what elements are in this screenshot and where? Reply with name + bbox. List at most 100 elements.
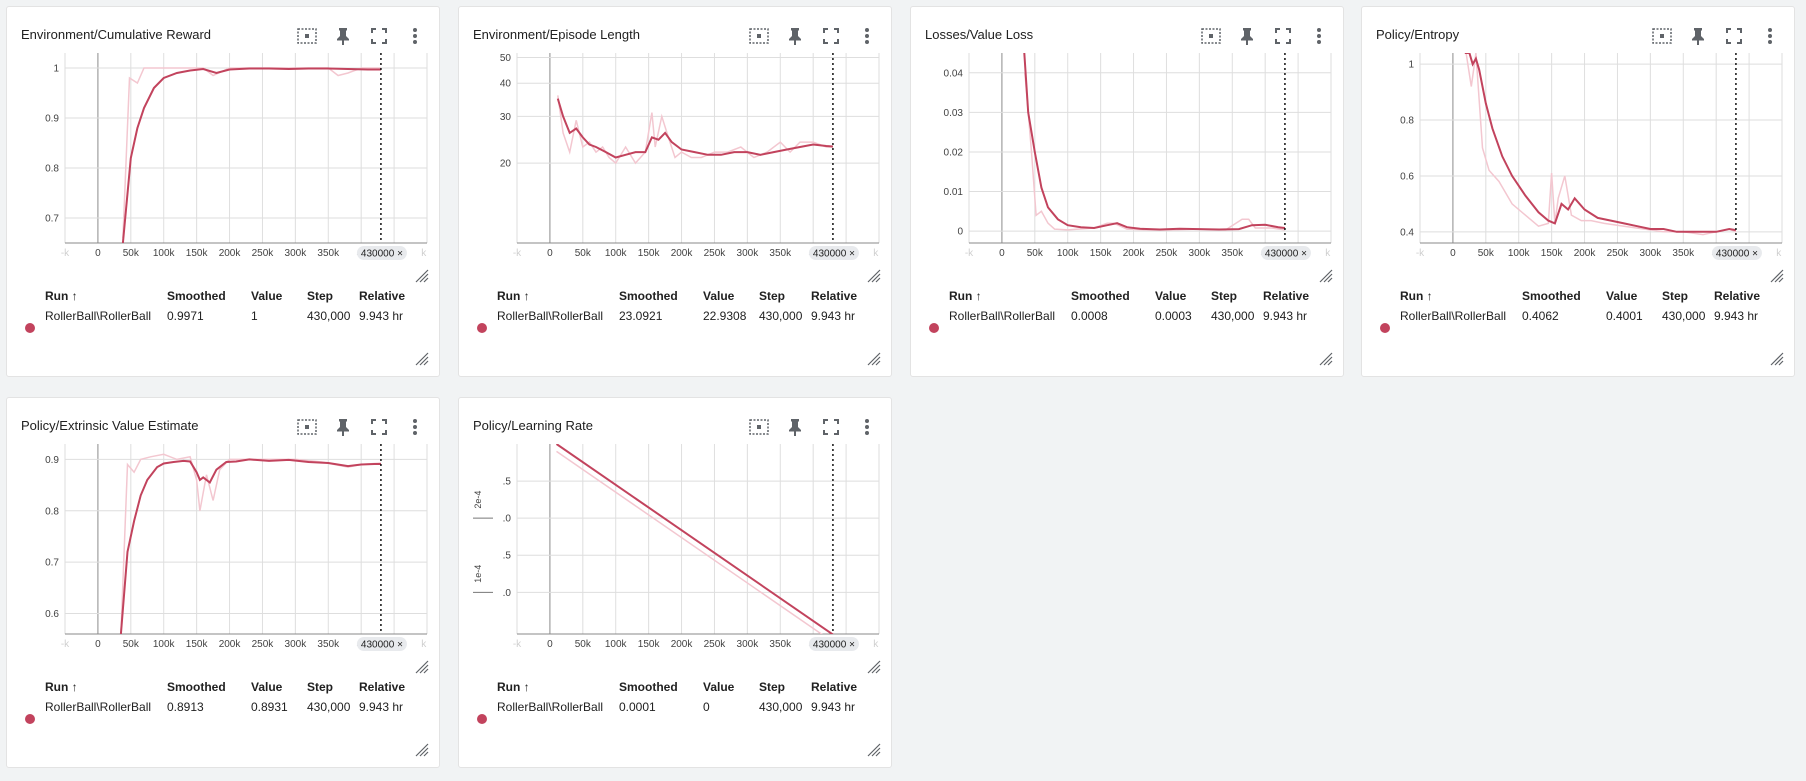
cell-relative: 9.943 hr [1263, 309, 1308, 323]
chart-title: Policy/Entropy [1376, 27, 1460, 42]
fit-domain-icon[interactable] [741, 25, 777, 47]
resize-icon[interactable] [415, 269, 429, 283]
y-tick-label: 30 [500, 112, 512, 123]
x-tick-label: 100k [605, 248, 628, 259]
pin-icon[interactable] [325, 25, 361, 47]
cell-relative: 9.943 hr [359, 309, 404, 323]
cell-value: 0.4001 [1606, 309, 1643, 323]
resize-icon[interactable] [867, 660, 881, 674]
x-tick-label: 0 [547, 639, 553, 650]
pin-icon[interactable] [1229, 25, 1265, 47]
resize-icon[interactable] [867, 269, 881, 283]
chart-title: Losses/Value Loss [925, 27, 1034, 42]
fit-domain-icon[interactable] [741, 416, 777, 438]
step-cursor-chip[interactable]: 430000 × [808, 246, 859, 260]
smoothed-series-line [121, 67, 381, 243]
chart-toolbar [741, 416, 885, 438]
resize-icon[interactable] [415, 352, 429, 366]
plot-area[interactable]: 10.90.80.7050k100k150k200k250k300k350k4(… [7, 51, 441, 283]
resize-icon[interactable] [1319, 269, 1333, 283]
step-cursor-chip[interactable]: 430000 × [1711, 246, 1762, 260]
y-tick-label: .5 [503, 551, 512, 562]
step-cursor-chip[interactable]: 430000 × [1260, 246, 1311, 260]
x-tick-label: 300k [285, 639, 308, 650]
y-tick-label: 0.04 [944, 68, 964, 79]
pin-icon[interactable] [1680, 25, 1716, 47]
fullscreen-icon[interactable] [813, 25, 849, 47]
x-tick-label: 350k [317, 639, 340, 650]
resize-icon[interactable] [1770, 269, 1784, 283]
y-tick-label: 0.9 [45, 114, 59, 125]
run-color-dot [929, 323, 939, 333]
more-vert-icon[interactable] [1752, 25, 1788, 47]
y-tick-label: .5 [503, 477, 512, 488]
table-row: RollerBall\RollerBall 23.0921 22.9308 43… [459, 285, 893, 323]
raw-series-line [556, 450, 823, 634]
plot-area[interactable]: .5 .0 .5 .0 2e-4 1e-4 0 50k 100k 150k 200k 250k 300k… [459, 442, 893, 674]
x-tick-label: 350k [1672, 248, 1695, 259]
chart-svg[interactable]: 0.9 0.8 0.7 0.6 0 50k 100k 150k 200k 250k 300k 350k… [7, 442, 441, 674]
fit-domain-icon[interactable] [1193, 25, 1229, 47]
smoothed-series-line [119, 458, 381, 634]
x-tick-label: 150k [1541, 248, 1564, 259]
cell-smoothed: 0.9971 [167, 309, 204, 323]
step-cursor-chip-label: 430000 × [1716, 249, 1758, 260]
y-tick-label: 0.6 [45, 609, 59, 620]
cell-value: 0.0003 [1155, 309, 1192, 323]
cell-run: RollerBall\RollerBall [497, 309, 604, 323]
more-vert-icon[interactable] [1301, 25, 1337, 47]
x-tick-label: 250k [1607, 248, 1630, 259]
resize-icon[interactable] [415, 743, 429, 757]
plot-area[interactable]: 0.9 0.8 0.7 0.6 0 50k 100k 150k 200k 250k 300k 350k… [7, 442, 441, 674]
resize-icon[interactable] [867, 743, 881, 757]
fit-domain-icon[interactable] [289, 416, 325, 438]
chart-svg[interactable]: 10.80.60.4050k100k150k200k250k300k350k4(… [1362, 51, 1796, 283]
resize-icon[interactable] [1319, 352, 1333, 366]
more-vert-icon[interactable] [849, 25, 885, 47]
chart-toolbar [289, 25, 433, 47]
more-vert-icon[interactable] [397, 416, 433, 438]
resize-icon[interactable] [415, 660, 429, 674]
cell-run: RollerBall\RollerBall [1400, 309, 1507, 323]
fullscreen-icon[interactable] [361, 416, 397, 438]
step-cursor-chip[interactable]: 430000 × [356, 637, 407, 651]
table-row: RollerBall\RollerBall 0.0008 0.0003 430,… [911, 285, 1345, 323]
x-tick-label: 250k [1156, 248, 1179, 259]
plot-area[interactable]: 10.80.60.4050k100k150k200k250k300k350k4(… [1362, 51, 1796, 283]
x-tick-label: 300k [285, 248, 308, 259]
step-cursor-chip[interactable]: 430000 × [808, 637, 859, 651]
chart-svg[interactable]: .5 .0 .5 .0 2e-4 1e-4 0 50k 100k 150k 200k 250k 300k… [459, 442, 893, 674]
pin-icon[interactable] [325, 416, 361, 438]
x-tick-label: 200k [671, 248, 694, 259]
more-vert-icon[interactable] [849, 416, 885, 438]
y-tick-label: 0.9 [45, 455, 59, 466]
cell-value: 22.9308 [703, 309, 747, 323]
step-cursor-chip-label: 430000 × [361, 640, 403, 651]
fullscreen-icon[interactable] [1716, 25, 1752, 47]
fit-domain-icon[interactable] [1644, 25, 1680, 47]
x-tick-label: 100k [153, 248, 176, 259]
more-vert-icon[interactable] [397, 25, 433, 47]
plot-area[interactable]: 0.04 0.03 0.02 0.01 0 0 50k 100k 150k 200k 250k 300… [911, 51, 1345, 283]
resize-icon[interactable] [867, 352, 881, 366]
fit-domain-icon[interactable] [289, 25, 325, 47]
chart-svg[interactable]: 10.90.80.7050k100k150k200k250k300k350k4(… [7, 51, 441, 283]
pin-icon[interactable] [777, 25, 813, 47]
pin-icon[interactable] [777, 416, 813, 438]
x-tick-label: 350k [769, 248, 792, 259]
y-tick-label: 0.7 [45, 214, 59, 225]
fullscreen-icon[interactable] [813, 416, 849, 438]
fullscreen-icon[interactable] [1265, 25, 1301, 47]
fullscreen-icon[interactable] [361, 25, 397, 47]
chart-svg[interactable]: 0.04 0.03 0.02 0.01 0 0 50k 100k 150k 200k 250k 300… [911, 51, 1345, 283]
x-tick-label: 300k [1189, 248, 1212, 259]
cell-value: 0 [703, 700, 710, 714]
plot-area[interactable]: 50403020050k100k150k200k250k300k350k4(-k… [459, 51, 893, 283]
y-tick-label: 0.8 [45, 164, 59, 175]
step-cursor-chip[interactable]: 430000 × [356, 246, 407, 260]
resize-icon[interactable] [1770, 352, 1784, 366]
chart-svg[interactable]: 50403020050k100k150k200k250k300k350k4(-k… [459, 51, 893, 283]
y-tick-label: 50 [500, 53, 512, 64]
x-tick-label-faded: -k [61, 639, 70, 650]
x-tick-label: 150k [1090, 248, 1113, 259]
